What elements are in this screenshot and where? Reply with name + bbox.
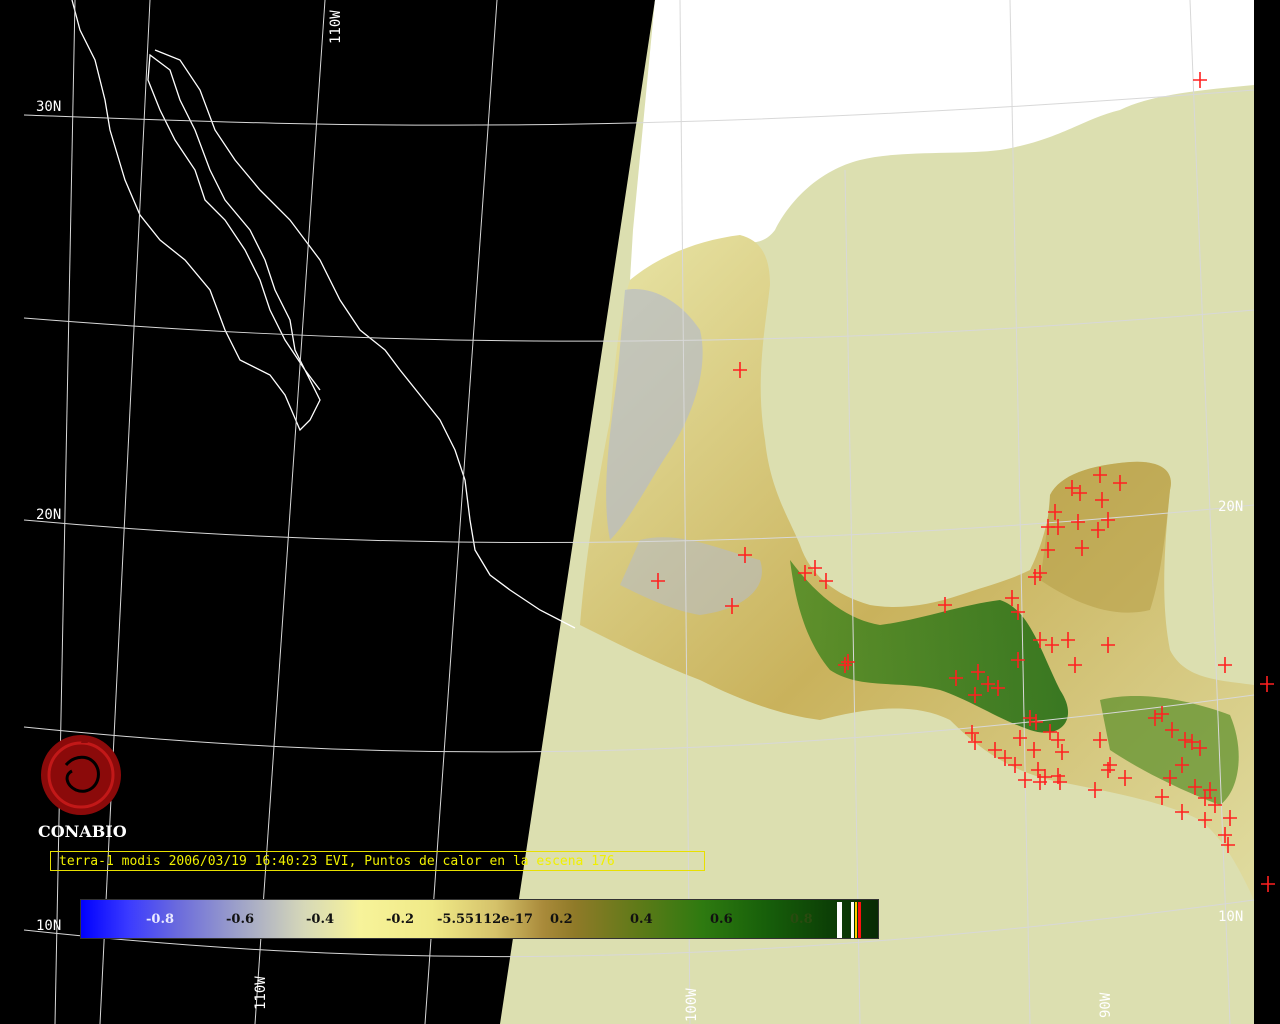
lat-label-10n-east: 10N <box>1218 909 1244 925</box>
lat-label-30n: 30N <box>36 99 62 115</box>
lat-label-10n: 10N <box>36 918 62 934</box>
image-caption: terra-1 modis 2006/03/19 16:40:23 EVI, P… <box>50 851 705 871</box>
colorbar-marker-yellow <box>855 902 857 938</box>
lon-label-110w-top: 110W <box>328 10 344 44</box>
organization-name: CONABIO <box>38 822 127 841</box>
lon-label-110w-bottom: 110W <box>253 976 269 1010</box>
evi-colorbar: -0.8 -0.6 -0.4 -0.2 -5.55112e-17 0.2 0.4… <box>80 899 879 939</box>
colorbar-tick: 0.2 <box>550 912 573 927</box>
lon-label-100w: 100W <box>684 988 700 1022</box>
colorbar-tick: -0.8 <box>146 912 175 927</box>
lat-label-20n-east: 20N <box>1218 499 1244 515</box>
colorbar-tick: -0.6 <box>226 912 255 927</box>
lat-label-20n: 20N <box>36 507 62 523</box>
colorbar-tick: 0.4 <box>630 912 653 927</box>
yucatan-region <box>1040 461 1171 613</box>
colorbar-tick: -0.2 <box>386 912 415 927</box>
colorbar-tick: 0.8 <box>790 912 813 927</box>
colorbar-marker-white-2 <box>851 902 854 938</box>
colorbar-marker-white <box>837 902 842 938</box>
colorbar-marker-red <box>858 902 861 938</box>
colorbar-tick: -0.4 <box>306 912 335 927</box>
colorbar-tick: 0.6 <box>710 912 733 927</box>
colorbar-tick: -5.55112e-17 <box>437 912 533 927</box>
lon-label-90w: 90W <box>1098 992 1114 1018</box>
conabio-logo <box>41 735 121 815</box>
